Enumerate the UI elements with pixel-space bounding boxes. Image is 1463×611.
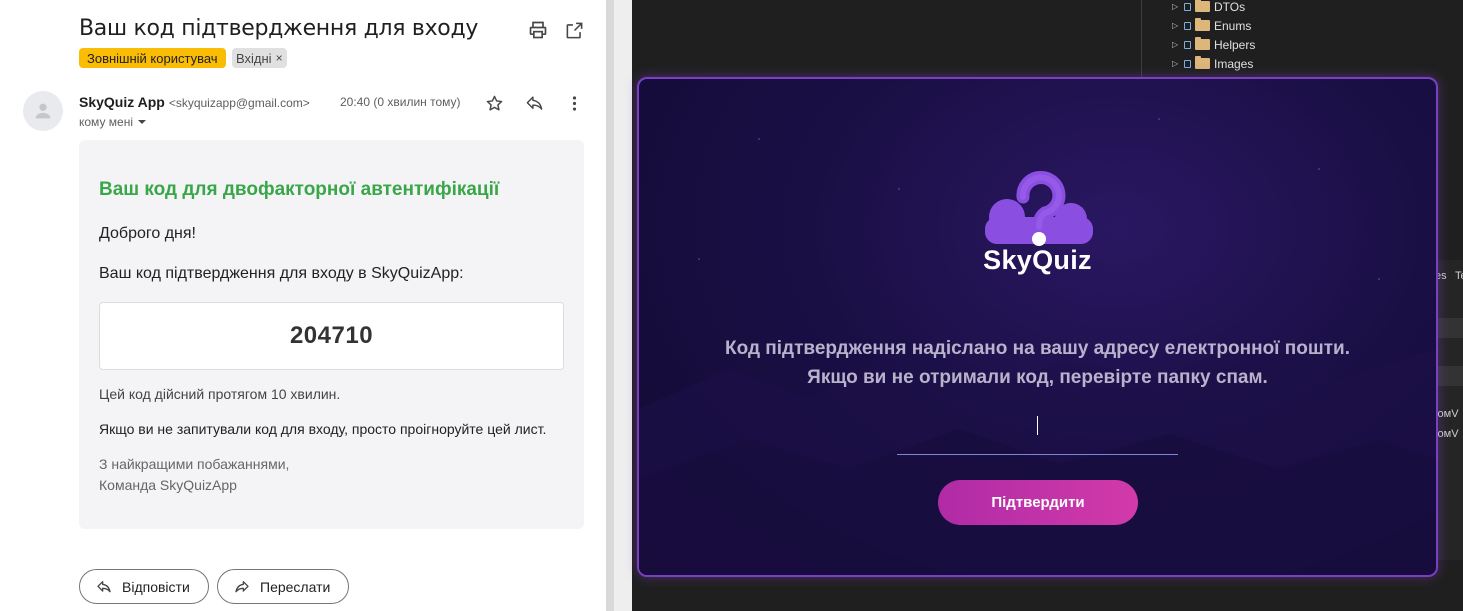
person-icon bbox=[35, 103, 51, 119]
expand-arrow-icon[interactable]: ▷ bbox=[1172, 21, 1180, 30]
folder-icon bbox=[1195, 37, 1210, 50]
pane-divider bbox=[606, 0, 632, 611]
ignore-note: Якщо ви не запитували код для входу, про… bbox=[99, 421, 547, 437]
sender-line: SkyQuiz App <skyquizapp@gmail.com> bbox=[79, 94, 310, 110]
expand-arrow-icon[interactable]: ▷ bbox=[1172, 59, 1180, 68]
forward-button-label: Переслати bbox=[260, 578, 331, 595]
reply-icon[interactable] bbox=[523, 92, 545, 114]
sent-time: 20:40 (0 хвилин тому) bbox=[340, 95, 461, 109]
reply-button-label: Відповісти bbox=[122, 578, 190, 595]
email-subject: Ваш код підтвердження для входу bbox=[79, 16, 479, 41]
skyquiz-brand-name: SkyQuiz bbox=[983, 245, 1092, 275]
team-signature: Команда SkyQuizApp bbox=[99, 477, 237, 493]
tree-item-label: Enums bbox=[1214, 18, 1252, 33]
chevron-down-icon bbox=[138, 120, 146, 124]
expand-arrow-icon[interactable]: ▷ bbox=[1172, 40, 1180, 49]
sender-avatar bbox=[23, 91, 63, 131]
folder-icon bbox=[1195, 18, 1210, 31]
verification-message-line1: Код підтвердження надіслано на вашу адре… bbox=[725, 338, 1350, 359]
solution-explorer-tree: ▷ DTOs ▷ Enums ▷ Helpers ▷ Images bbox=[1141, 0, 1463, 78]
recipient-text: кому мені bbox=[79, 115, 133, 129]
label-inbox-text: Вхідні bbox=[236, 50, 272, 66]
ide-code-fragment: ломV bbox=[1437, 428, 1459, 440]
reply-arrow-icon bbox=[97, 580, 111, 592]
ide-tab-fragment[interactable]: Te bbox=[1455, 270, 1463, 282]
lock-icon bbox=[1184, 21, 1191, 30]
lock-icon bbox=[1184, 59, 1191, 68]
email-pane: Ваш код підтвердження для входу Зовнішні… bbox=[0, 0, 606, 611]
label-external-user[interactable]: Зовнішній користувач bbox=[79, 48, 226, 68]
tree-item-enums[interactable]: ▷ Enums bbox=[1172, 16, 1251, 35]
tree-item-label: DTOs bbox=[1214, 0, 1246, 14]
text-caret bbox=[1037, 416, 1038, 435]
label-inbox[interactable]: Вхідні × bbox=[232, 48, 287, 68]
tree-item-dtos[interactable]: ▷ DTOs bbox=[1172, 0, 1245, 16]
folder-icon bbox=[1195, 56, 1210, 69]
more-vert-icon[interactable] bbox=[563, 92, 585, 114]
ide-row bbox=[1437, 318, 1463, 338]
sender-email: <skyquizapp@gmail.com> bbox=[168, 96, 310, 110]
email-intro: Ваш код підтвердження для входу в SkyQui… bbox=[99, 265, 464, 282]
lock-icon bbox=[1184, 2, 1191, 11]
sender-name[interactable]: SkyQuiz App bbox=[79, 94, 165, 110]
email-greeting: Доброго дня! bbox=[99, 225, 196, 242]
ide-code-fragment: ломV bbox=[1437, 408, 1459, 420]
verification-code: 204710 bbox=[99, 302, 564, 370]
sign-off: З найкращими побажаннями, bbox=[99, 456, 290, 472]
verification-message-line2: Якщо ви не отримали код, перевірте папку… bbox=[807, 367, 1268, 388]
tree-item-label: Images bbox=[1214, 56, 1254, 71]
tree-item-helpers[interactable]: ▷ Helpers bbox=[1172, 35, 1255, 54]
tree-item-label: Helpers bbox=[1214, 37, 1256, 52]
recipient-details[interactable]: кому мені bbox=[79, 115, 147, 129]
lock-icon bbox=[1184, 40, 1191, 49]
folder-icon bbox=[1195, 0, 1210, 12]
ide-row bbox=[1437, 366, 1463, 386]
star-icon[interactable] bbox=[483, 92, 505, 114]
forward-arrow-icon bbox=[235, 580, 249, 592]
remove-label-icon[interactable]: × bbox=[276, 51, 283, 65]
tree-item-images[interactable]: ▷ Images bbox=[1172, 54, 1253, 73]
email-body-heading: Ваш код для двофакторної автентифікації bbox=[99, 179, 500, 200]
code-validity-note: Цей код дійсний протягом 10 хвилин. bbox=[99, 386, 341, 402]
print-icon[interactable] bbox=[526, 18, 550, 42]
skyquiz-verification-window: SkyQuiz Код підтвердження надіслано на в… bbox=[637, 77, 1438, 577]
reply-button[interactable]: Відповісти bbox=[79, 569, 209, 604]
open-in-new-window-icon[interactable] bbox=[562, 18, 586, 42]
confirm-button[interactable]: Підтвердити bbox=[938, 480, 1138, 525]
ide-side-panel: es Te ломV ломV bbox=[1436, 260, 1463, 560]
email-body-card: Ваш код для двофакторної автентифікації … bbox=[79, 140, 584, 529]
expand-arrow-icon[interactable]: ▷ bbox=[1172, 2, 1180, 11]
forward-button[interactable]: Переслати bbox=[217, 569, 349, 604]
